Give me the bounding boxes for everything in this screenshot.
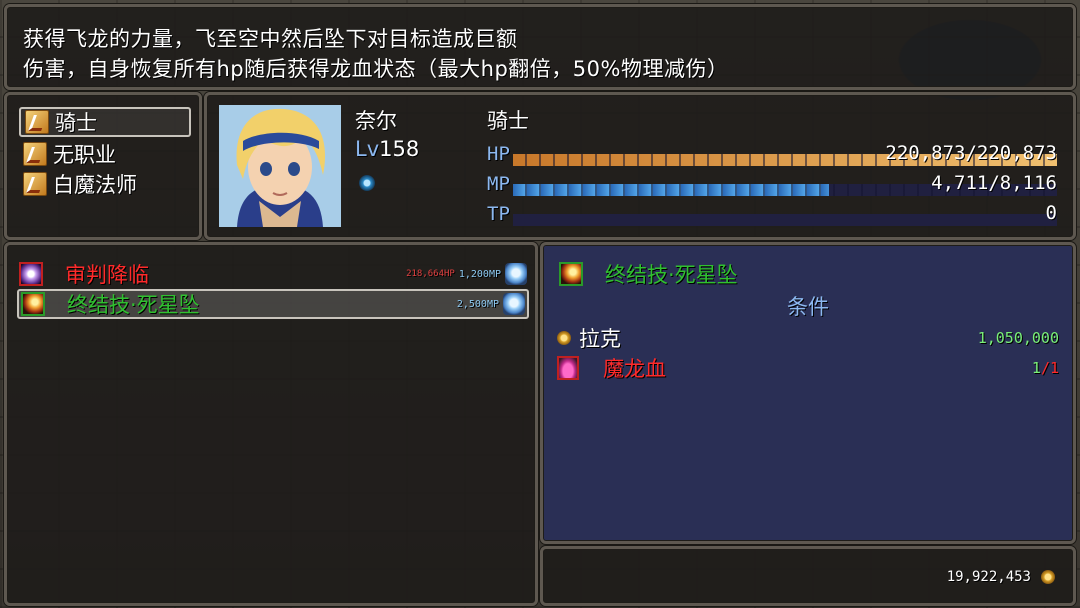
class-label: 白魔法师 [53,173,137,197]
judgement-skill-icon [19,262,43,286]
mp-label: MP [487,173,510,195]
skill-requirement-window: 终结技·死星坠 条件 拉克 1,050,000 魔龙血 1/1 [540,242,1076,544]
deathstar-skill-icon [21,292,45,316]
level-value: 158 [379,137,420,161]
portrait-image [219,105,341,227]
requirement-item-dragon-blood: 魔龙血 1/1 [557,353,1059,383]
class-item-knight[interactable]: 骑士 [19,107,191,137]
actor-level: Lv158 [355,137,419,161]
needed-count: 1 [1049,359,1059,377]
skill-list-window: 审判降临 218,664HP 1,200MP 终结技·死星坠 2,500MP [4,242,538,606]
tp-label: TP [487,203,510,225]
gold-window: 19,922,453 [540,546,1076,606]
hp-value: 220,873/220,873 [885,142,1057,164]
skill-mp-cost: 1,200MP [458,268,501,280]
skill-name: 终结技·死星坠 [67,293,200,317]
class-icon [23,172,47,196]
class-label: 无职业 [53,143,116,167]
skill-item-deathstar[interactable]: 终结技·死星坠 2,500MP [17,289,529,319]
mp-orb-icon [503,293,525,315]
requirement-amount: 1,050,000 [977,329,1059,347]
skill-mp-cost: 2,500MP [456,298,499,310]
class-icon [25,110,49,134]
mp-gauge: MP 4,711/8,116 [487,171,1057,199]
requirement-count: 1/1 [1032,359,1059,377]
coin-icon [1041,570,1055,584]
skill-name: 审判降临 [65,263,149,287]
requirement-skill-header: 终结技·死星坠 [557,259,738,289]
level-tag: Lv [355,137,380,161]
deathstar-skill-icon [559,262,583,286]
requirement-skill-name: 终结技·死星坠 [605,263,738,287]
actor-name: 奈尔 [355,109,397,133]
water-state-icon [359,175,375,191]
actor-class: 骑士 [487,109,529,133]
requirement-label: 拉克 [579,327,621,351]
tp-value: 0 [1045,202,1057,224]
requirement-item-gold: 拉克 1,050,000 [557,323,1059,353]
class-item-none[interactable]: 无职业 [19,139,191,169]
hp-label: HP [487,143,510,165]
requirement-label: 魔龙血 [603,357,666,381]
actor-portrait [219,105,341,227]
actor-status-window: 奈尔 Lv158 骑士 HP 220,873/220,873 MP 4,711/… [204,92,1076,240]
class-item-white-mage[interactable]: 白魔法师 [19,169,191,199]
tp-gauge: TP 0 [487,201,1057,229]
hp-gauge: HP 220,873/220,873 [487,141,1057,169]
skill-item-judgement[interactable]: 审判降临 218,664HP 1,200MP [17,259,529,289]
help-text-line-1: 获得飞龙的力量，飞至空中然后坠下对目标造成巨额 [23,27,518,51]
owned-count: 1 [1031,359,1041,377]
count-separator: / [1040,359,1050,377]
gold-amount: 19,922,453 [946,569,1031,585]
mp-value: 4,711/8,116 [931,172,1057,194]
class-list-window: 骑士 无职业 白魔法师 [4,92,202,240]
requirement-title: 条件 [787,295,829,319]
potion-icon [557,356,579,380]
class-icon [23,142,47,166]
class-label: 骑士 [55,111,97,135]
gold-display: 19,922,453 [947,569,1055,585]
help-text-line-2: 伤害，自身恢复所有hp随后获得龙血状态（最大hp翻倍，50%物理减伤） [23,57,729,81]
help-window: 获得飞龙的力量，飞至空中然后坠下对目标造成巨额 伤害，自身恢复所有hp随后获得龙… [4,4,1076,90]
coin-icon [557,331,571,345]
skill-hp-cost: 218,664HP [406,269,455,279]
mp-orb-icon [505,263,527,285]
